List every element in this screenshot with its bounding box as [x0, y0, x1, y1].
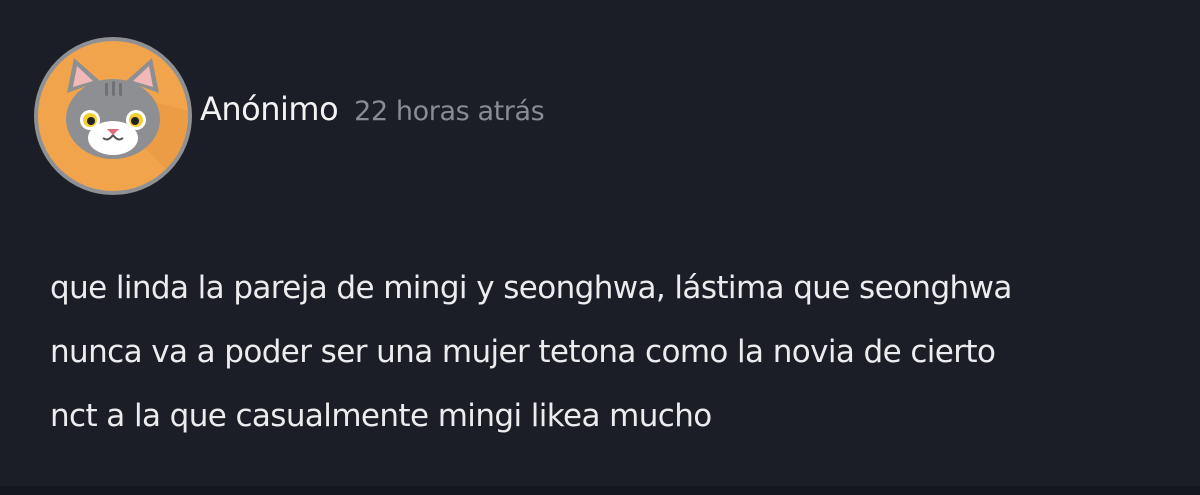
- divider: [0, 486, 1200, 495]
- timestamp: 22 horas atrás: [354, 96, 545, 127]
- comment-card: Anónimo 22 horas atrás que linda la pare…: [0, 0, 1200, 486]
- message-line: nct a la que casualmente mingi likea muc…: [50, 398, 712, 434]
- message-line: que linda la pareja de mingi y seonghwa,…: [50, 270, 1012, 306]
- avatar[interactable]: [34, 37, 192, 195]
- comment-message: que linda la pareja de mingi y seonghwa,…: [50, 256, 1160, 448]
- author-name[interactable]: Anónimo: [200, 90, 339, 128]
- message-line: nunca va a poder ser una mujer tetona co…: [50, 334, 996, 370]
- cat-icon: [66, 58, 188, 191]
- comment-header: Anónimo 22 horas atrás: [200, 90, 545, 128]
